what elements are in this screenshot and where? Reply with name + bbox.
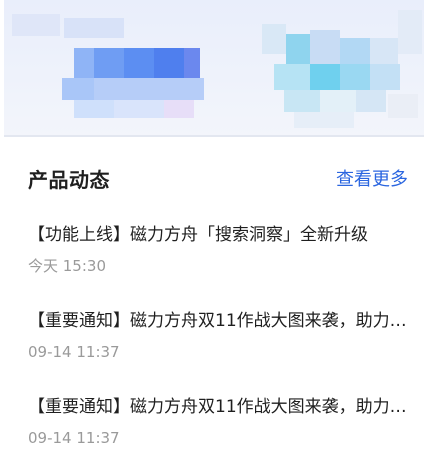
banner-pixel — [12, 14, 60, 36]
view-more-link[interactable]: 查看更多 — [336, 165, 408, 191]
news-title[interactable]: 【重要通知】磁力方舟双11作战大图来袭，助力商家 — [28, 394, 410, 420]
banner-pixel — [294, 112, 354, 128]
news-title[interactable]: 【重要通知】磁力方舟双11作战大图来袭，助力商家 — [28, 308, 410, 334]
banner-pixel — [164, 100, 194, 118]
banner-pixel — [340, 64, 370, 90]
banner-pixel — [320, 90, 356, 112]
banner-pixel — [94, 48, 124, 78]
banner-pixel — [356, 90, 386, 112]
section-title: 产品动态 — [28, 168, 110, 192]
banner-pixel — [310, 30, 340, 64]
banner-pixel — [74, 100, 114, 118]
news-item[interactable]: 【功能上线】磁力方舟「搜索洞察」全新升级 今天 15:30 — [0, 222, 424, 302]
banner-pixel — [340, 38, 370, 64]
banner-pixel — [184, 48, 200, 78]
news-item[interactable]: 【重要通知】磁力方舟双11作战大图来袭，助力商家 09-14 11:37 — [0, 308, 424, 388]
banner-pixel — [62, 78, 94, 100]
banner-pixel — [262, 24, 286, 54]
banner-pixel — [398, 10, 422, 54]
banner-divider — [4, 135, 424, 137]
banner-pixel — [124, 48, 154, 78]
banner-pixel — [274, 64, 310, 90]
banner-pixel — [114, 100, 164, 118]
banner-pixel — [154, 48, 184, 78]
news-time: 09-14 11:37 — [28, 343, 120, 361]
news-item[interactable]: 【重要通知】磁力方舟双11作战大图来袭，助力商家 09-14 11:37 — [0, 394, 424, 456]
banner-pixel — [286, 34, 310, 64]
banner-pixel — [370, 38, 398, 64]
news-time: 09-14 11:37 — [28, 429, 120, 447]
news-time: 今天 15:30 — [28, 257, 106, 275]
banner-pixel — [310, 64, 340, 90]
product-news-page: 产品动态 查看更多 【功能上线】磁力方舟「搜索洞察」全新升级 今天 15:30 … — [0, 0, 424, 456]
banner-pixel — [74, 48, 94, 78]
promo-banner-image[interactable] — [4, 0, 424, 137]
section-header: 产品动态 查看更多 — [0, 158, 424, 198]
news-title[interactable]: 【功能上线】磁力方舟「搜索洞察」全新升级 — [28, 222, 410, 248]
banner-pixel — [284, 90, 320, 112]
banner-pixel — [370, 64, 400, 90]
banner-pixel — [388, 94, 418, 118]
banner-pixel — [64, 18, 124, 38]
banner-pixel — [94, 78, 204, 100]
